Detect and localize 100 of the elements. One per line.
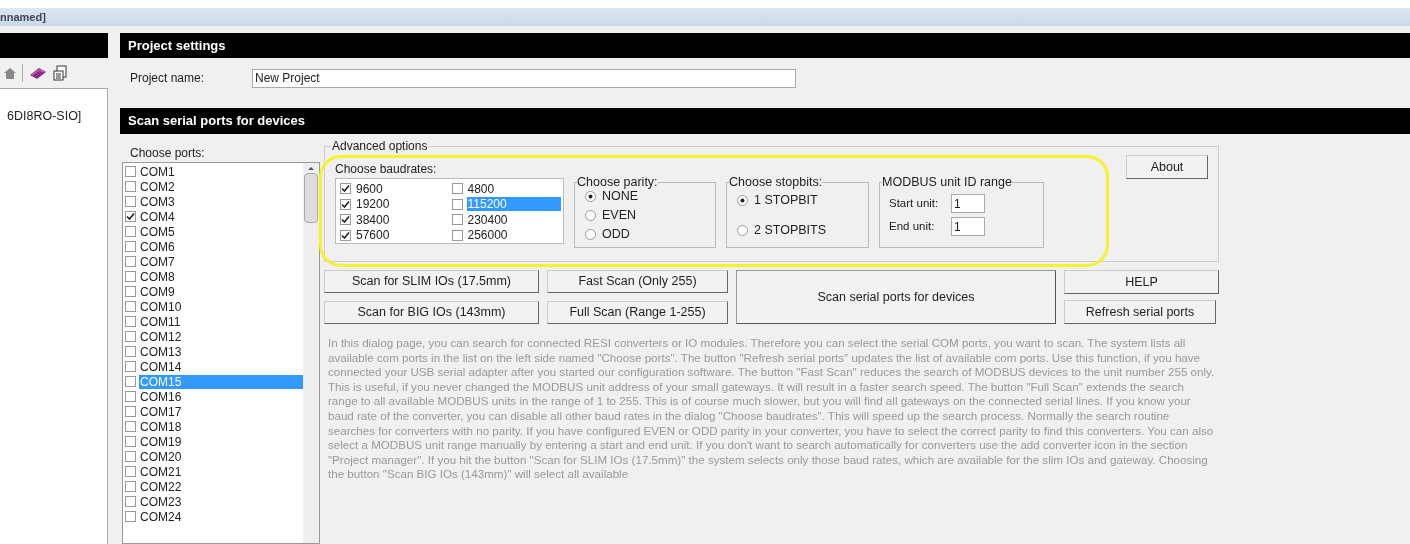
- port-item[interactable]: COM11: [139, 314, 303, 329]
- checkbox[interactable]: [125, 496, 136, 507]
- checkbox[interactable]: [125, 481, 136, 492]
- checkbox[interactable]: [125, 181, 136, 192]
- checkbox[interactable]: [451, 198, 463, 210]
- checkbox[interactable]: [125, 406, 136, 417]
- port-item[interactable]: COM9: [139, 284, 303, 299]
- group-title: MODBUS unit ID range: [882, 175, 1012, 189]
- checkbox[interactable]: [125, 361, 136, 372]
- port-item[interactable]: COM6: [139, 239, 303, 254]
- port-item[interactable]: COM21: [139, 464, 303, 479]
- checkbox[interactable]: [340, 214, 351, 225]
- port-item[interactable]: COM17: [139, 404, 303, 419]
- baudrate-item[interactable]: 57600: [355, 228, 390, 242]
- radio-button[interactable]: [585, 191, 596, 202]
- checkbox[interactable]: [340, 198, 351, 210]
- full-scan-button[interactable]: Full Scan (Range 1-255): [547, 301, 728, 324]
- section-header: Project settings: [120, 33, 1410, 58]
- field-label: Start unit:: [889, 195, 940, 211]
- radio-label[interactable]: 1 STOPBIT: [754, 190, 818, 210]
- port-item[interactable]: COM3: [139, 194, 303, 209]
- scroll-thumb[interactable]: [304, 173, 318, 223]
- scan-button[interactable]: Scan serial ports for devices: [736, 270, 1056, 324]
- port-item[interactable]: COM7: [139, 254, 303, 269]
- baudrate-item[interactable]: 4800: [466, 181, 495, 196]
- checkbox[interactable]: [125, 391, 136, 402]
- end-unit-field[interactable]: 1: [951, 217, 985, 236]
- fast-scan-button[interactable]: Fast Scan (Only 255): [547, 270, 728, 293]
- radio-label[interactable]: EVEN: [602, 206, 637, 225]
- radio-button[interactable]: [737, 224, 748, 236]
- port-item[interactable]: COM24: [139, 509, 303, 524]
- start-unit-field[interactable]: 1: [951, 194, 985, 213]
- about-button[interactable]: About: [1126, 155, 1208, 179]
- port-item[interactable]: COM8: [139, 269, 303, 284]
- help-button[interactable]: HELP: [1064, 270, 1219, 294]
- checkbox[interactable]: [451, 229, 463, 241]
- checkbox[interactable]: [125, 196, 136, 207]
- checkbox[interactable]: [125, 511, 136, 522]
- group-title: Advanced options: [331, 139, 429, 153]
- baudrate-item[interactable]: 230400: [466, 212, 508, 227]
- book-icon[interactable]: [29, 66, 47, 80]
- window-title: nnamed]: [0, 9, 46, 25]
- port-item[interactable]: COM10: [139, 299, 303, 314]
- description-text: In this dialog page, you can search for connected RESI converters or IO modules. Therefore you can select the serial COM ports, you want to scan. The system lists all available com ports in the list on the left side named "Choose ports". The button "Refresh serial ports" updates the list of available com ports. Use this function, if you have connected your USB serial adapter after you started our configuration software. The button "Fast Scan" reduces the search of MODBUS devices to the unit number 255 only. This is useful, if you never changed the MODBUS unit address of your small gateways. It will result in a faster search speed. The button "Full Scan" extends the search range to all available MODBUS units in the range of 1 to 255. This is of course much slower, but you will find all gateways on the connected serial lines. If you know your baud rate of the converter, you can disable all other baud rates in the dialog "Choose baudrates". This will speed up the search process. Normally the search routine searches for converters with no parity. If you have configured EVEN or ODD parity in your converter, you have to select the correct parity to find this converters. You can also select a MODBUS unit range manually by entering a start and end unit. If you don't want to search automatically for converters use the add converter icon in the section "Project manager". If you hit the button "Scan for SLIM IOs (17.5mm)" the system selects only those baud rates, which are available for the slim IOs and gateway. Choosing the button "Scan BIG IOs (143mm)" will select all available: [328, 336, 1216, 482]
- port-item[interactable]: COM1: [139, 164, 303, 179]
- checkbox[interactable]: [125, 376, 136, 387]
- checkbox[interactable]: [340, 229, 351, 241]
- port-item[interactable]: COM16: [139, 389, 303, 404]
- scan-slim-button[interactable]: Scan for SLIM IOs (17.5mm): [324, 270, 539, 293]
- checkbox[interactable]: [125, 211, 136, 222]
- document-icon[interactable]: [53, 65, 69, 81]
- port-item[interactable]: COM13: [139, 344, 303, 359]
- scan-big-button[interactable]: Scan for BIG IOs (143mm): [324, 301, 539, 324]
- port-item[interactable]: COM20: [139, 449, 303, 464]
- radio-button[interactable]: [585, 229, 596, 240]
- port-item[interactable]: COM22: [139, 479, 303, 494]
- checkbox[interactable]: [125, 301, 136, 312]
- scrollbar[interactable]: [303, 163, 319, 543]
- checkbox[interactable]: [125, 271, 136, 282]
- baudrate-item[interactable]: 9600: [355, 181, 383, 196]
- checkbox[interactable]: [125, 331, 136, 342]
- checkbox[interactable]: [125, 466, 136, 477]
- field-label: Choose ports:: [129, 145, 206, 162]
- checkbox[interactable]: [125, 436, 136, 447]
- checkbox[interactable]: [125, 256, 136, 267]
- tree-item[interactable]: 6DI8RO-SIO]: [0, 107, 82, 126]
- project-name-field[interactable]: New Project: [252, 68, 796, 88]
- checkbox[interactable]: [340, 183, 351, 194]
- group-title: Choose stopbits:: [729, 175, 823, 189]
- checkbox[interactable]: [125, 451, 136, 462]
- radio-label[interactable]: 2 STOPBITS: [754, 220, 826, 240]
- radio-button[interactable]: [585, 210, 596, 221]
- radio-button[interactable]: [737, 194, 748, 206]
- port-item[interactable]: COM19: [139, 434, 303, 449]
- port-item[interactable]: COM5: [139, 224, 303, 239]
- group-title: Choose parity:: [577, 175, 658, 189]
- checkbox[interactable]: [451, 214, 463, 225]
- field-label: Choose baudrates:: [335, 161, 438, 176]
- port-item[interactable]: COM4: [139, 209, 303, 224]
- checkbox[interactable]: [125, 421, 136, 432]
- checkbox[interactable]: [125, 166, 136, 177]
- port-item[interactable]: COM2: [139, 179, 303, 194]
- checkbox[interactable]: [125, 286, 136, 297]
- baudrate-item[interactable]: 19200: [355, 197, 390, 211]
- baudrate-item[interactable]: 256000: [466, 228, 508, 242]
- refresh-button[interactable]: Refresh serial ports: [1064, 300, 1216, 324]
- checkbox[interactable]: [125, 241, 136, 252]
- section-header: Scan serial ports for devices: [120, 108, 1410, 134]
- checkbox[interactable]: [125, 226, 136, 237]
- port-item[interactable]: COM23: [139, 494, 303, 509]
- radio-label[interactable]: ODD: [602, 225, 630, 244]
- baudrate-item[interactable]: 38400: [355, 212, 390, 227]
- port-item[interactable]: COM14: [139, 359, 303, 374]
- port-item[interactable]: COM12: [139, 329, 303, 344]
- field-label: Project name:: [130, 70, 206, 87]
- checkbox[interactable]: [451, 183, 463, 194]
- checkbox[interactable]: [125, 316, 136, 327]
- home-icon[interactable]: [4, 66, 16, 80]
- port-item[interactable]: COM18: [139, 419, 303, 434]
- checkbox[interactable]: [125, 346, 136, 357]
